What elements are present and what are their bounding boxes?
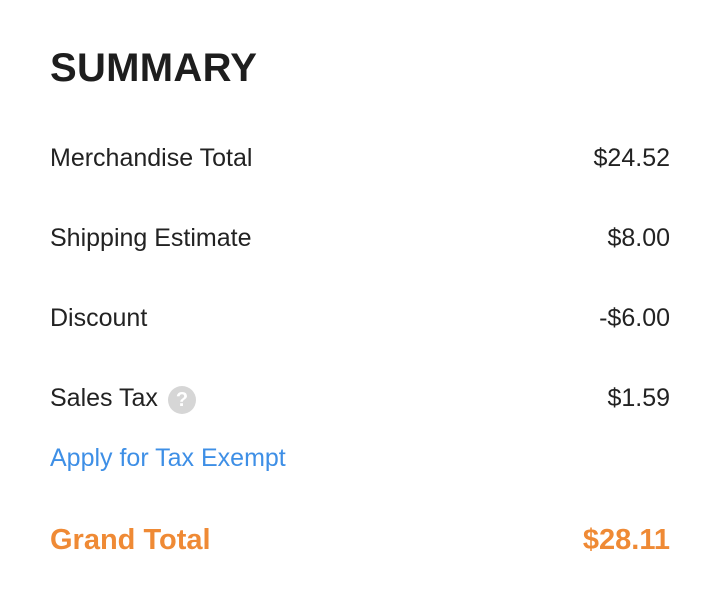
sales-tax-row: Sales Tax ? $1.59 bbox=[50, 382, 670, 414]
apply-tax-exempt-link[interactable]: Apply for Tax Exempt bbox=[50, 442, 286, 474]
discount-row: Discount -$6.00 bbox=[50, 302, 670, 334]
discount-value: -$6.00 bbox=[599, 304, 670, 332]
merchandise-total-label: Merchandise Total bbox=[50, 144, 253, 172]
sales-tax-value: $1.59 bbox=[607, 384, 670, 412]
grand-total-row: Grand Total $28.11 bbox=[50, 524, 670, 556]
discount-label: Discount bbox=[50, 304, 148, 332]
summary-title: SUMMARY bbox=[50, 46, 258, 90]
sales-tax-label-group: Sales Tax ? bbox=[50, 382, 196, 414]
grand-total-value: $28.11 bbox=[582, 524, 670, 556]
shipping-estimate-label: Shipping Estimate bbox=[50, 224, 252, 252]
merchandise-total-value: $24.52 bbox=[593, 144, 670, 172]
merchandise-total-row: Merchandise Total $24.52 bbox=[50, 142, 670, 174]
sales-tax-label: Sales Tax bbox=[50, 384, 158, 412]
grand-total-label: Grand Total bbox=[50, 524, 211, 556]
shipping-estimate-row: Shipping Estimate $8.00 bbox=[50, 222, 670, 254]
question-mark-icon[interactable]: ? bbox=[167, 386, 196, 414]
order-summary-panel: SUMMARY Merchandise Total $24.52 Shippin… bbox=[50, 0, 670, 600]
shipping-estimate-value: $8.00 bbox=[607, 224, 670, 252]
